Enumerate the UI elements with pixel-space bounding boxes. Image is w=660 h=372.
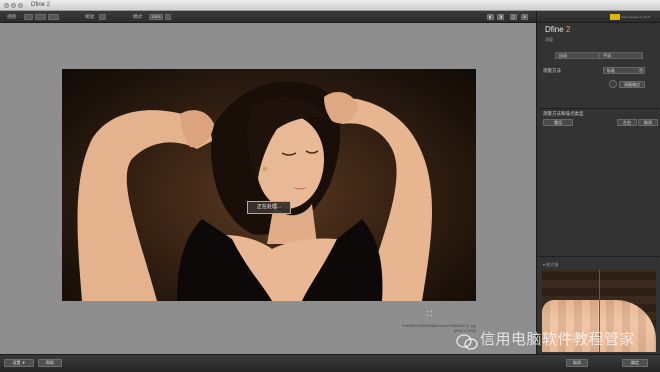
preset-label: 测量方法	[543, 68, 561, 73]
grid-icon[interactable]: ⊞	[521, 14, 528, 20]
view-single-button[interactable]	[24, 14, 33, 20]
compare-icon[interactable]: ◧	[487, 14, 494, 20]
processing-overlay: 正在处理...	[247, 201, 291, 214]
left-right-button[interactable]: 左右	[617, 119, 637, 126]
method-section-title: 测量方法和噪点类型	[543, 111, 584, 116]
magnifier-divider	[539, 256, 659, 257]
layout-icon[interactable]: ◫	[510, 14, 517, 20]
brand-version: 2	[563, 25, 571, 34]
mode-label: 模式:	[133, 14, 144, 19]
panel-cancel-button[interactable]: 取消	[638, 119, 658, 126]
logo-text: Nik Collection by DxO	[621, 15, 651, 19]
image-info: 7e3d9857d4f03f09fa87becad7285cd5171f .jp…	[370, 324, 476, 334]
plugin-name: Dfine 2	[545, 25, 570, 34]
preview-image[interactable]	[62, 69, 476, 301]
brand-name: Dfine	[545, 25, 564, 34]
mode-select[interactable]: 100%	[149, 14, 163, 20]
reset-button[interactable]: 重设	[543, 119, 573, 126]
magnifier-label[interactable]: ▾ 放大镜	[543, 262, 558, 268]
view-split-button[interactable]	[35, 14, 46, 20]
panel-header: Nik Collection by DxO	[537, 11, 660, 23]
ok-button[interactable]: 确定	[622, 359, 648, 367]
portrait-photo	[77, 81, 432, 301]
view-side-by-side-button[interactable]	[48, 14, 59, 20]
auto-mode-button[interactable]: 自动	[555, 52, 599, 59]
fullscreen-icon[interactable]: ⛶	[427, 311, 432, 319]
manual-mode-button[interactable]: 手动	[599, 52, 643, 59]
help-button[interactable]: 帮助	[38, 359, 62, 367]
measure-dial[interactable]	[609, 80, 617, 88]
close-window-button[interactable]	[4, 3, 9, 8]
toolbar: 视图: 缩放: 模式: 100% ◧ ◨ ◫ ⊞	[0, 11, 536, 23]
cancel-button[interactable]: 取消	[566, 359, 588, 367]
section-measure-title: 测量	[545, 37, 553, 42]
zoom-label: 缩放:	[85, 14, 96, 19]
zoom-window-button[interactable]	[18, 3, 23, 8]
minimize-window-button[interactable]	[11, 3, 16, 8]
measure-noise-button[interactable]: 测量噪点	[619, 81, 645, 88]
split-preview-icon[interactable]: ◨	[497, 14, 504, 20]
view-label: 视图:	[7, 14, 18, 19]
preset-select[interactable]: 标准 ▾	[603, 67, 645, 74]
zoom-button[interactable]	[99, 14, 106, 20]
panel-divider	[539, 108, 659, 109]
settings-button[interactable]: 设置 ▼	[4, 359, 34, 367]
mode-dropdown-button[interactable]	[165, 14, 171, 20]
window-title: Dfine 2	[31, 2, 51, 8]
nik-logo-icon	[610, 14, 620, 20]
title-bar: Dfine 2	[0, 0, 660, 11]
wechat-icon	[456, 334, 478, 350]
bottom-bar: 设置 ▼ 帮助 取消 确定	[0, 354, 660, 372]
preset-value: 标准	[607, 68, 615, 73]
right-panel: Nik Collection by DxO Dfine 2 测量 自动 手动 测…	[536, 11, 660, 354]
chevron-down-icon: ▾	[639, 68, 643, 73]
preview-canvas[interactable]: 正在处理... ⛶ 7e3d9857d4f03f09fa87becad7285c…	[0, 23, 536, 354]
watermark-text: 信用电脑软件教程管家	[480, 330, 636, 348]
